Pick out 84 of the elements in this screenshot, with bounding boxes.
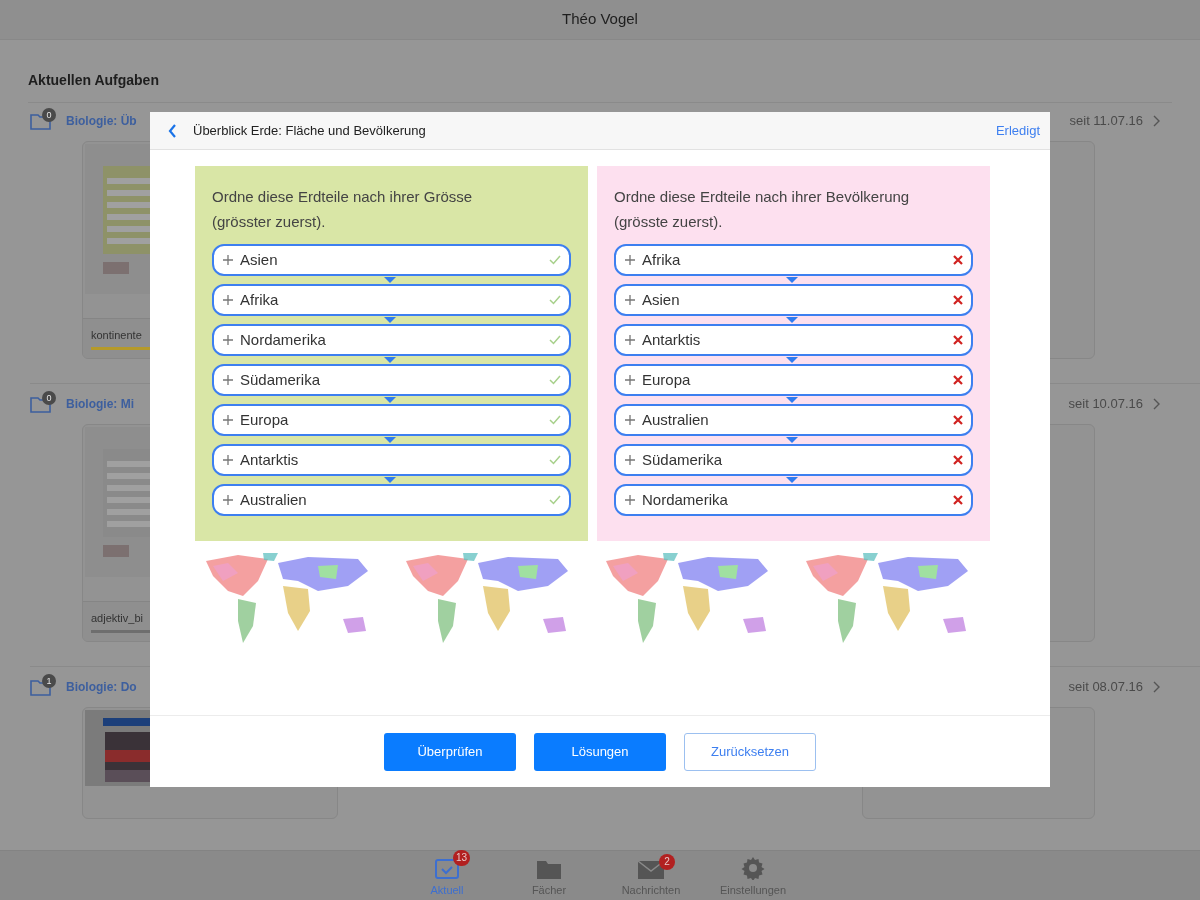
plus-icon [222,254,234,266]
item-label: Afrika [240,289,279,310]
item-label: Nordamerika [642,489,728,510]
count-badge: 0 [42,108,56,122]
item-label: Australien [240,489,307,510]
exercise-prompt: Ordne diese Erdteile nach ihrer Grösse (grösster zuerst). [212,187,474,232]
item-label: Europa [240,409,289,430]
item-label: Asien [642,289,680,310]
connector-arrow-icon [384,317,396,323]
answer-item[interactable]: Asien [614,284,973,316]
answer-item[interactable]: Afrika [614,244,973,276]
done-button[interactable]: Erledigt [995,120,1040,141]
answer-item[interactable]: Südamerika [212,364,571,396]
item-label: Nordamerika [240,329,326,350]
answer-item[interactable]: Südamerika [614,444,973,476]
connector-arrow-icon [384,437,396,443]
folder-icon [30,112,52,130]
plus-icon [624,454,636,466]
plus-icon [222,494,234,506]
plus-icon [222,454,234,466]
file-name: adjektiv_bi [91,610,143,626]
back-icon[interactable] [168,123,177,138]
tab-label: Aktuell [430,882,464,898]
notification-badge: 2 [659,853,675,870]
connector-arrow-icon [786,277,798,283]
envelope-icon [637,859,665,880]
answer-item[interactable]: Afrika [212,284,571,316]
notification-badge: 13 [452,849,470,866]
action-button[interactable]: Lösungen [534,733,666,771]
answer-item[interactable]: Antarktis [212,444,571,476]
plus-icon [624,294,636,306]
action-button[interactable]: Zurücksetzen [684,733,816,771]
chevron-right-icon[interactable] [1153,681,1160,693]
chevron-right-icon[interactable] [1153,398,1160,410]
exercise-prompt: Ordne diese Erdteile nach ihrer Bevölkerung (grösste zuerst). [614,187,911,232]
connector-arrow-icon [786,437,798,443]
task-date: seit 08.07.16 [1068,678,1143,697]
item-label: Australien [642,409,709,430]
plus-icon [624,374,636,386]
dialog-title: Überblick Erde: Fläche und Bevölkerung [193,121,426,140]
chevron-right-icon[interactable] [1153,115,1160,127]
plus-icon [624,334,636,346]
plus-icon [222,334,234,346]
connector-arrow-icon [786,477,798,483]
page-title: Théo Vogel [562,9,638,30]
plus-icon [624,254,636,266]
connector-arrow-icon [384,277,396,283]
folder-icon [30,678,52,696]
answer-item[interactable]: Nordamerika [614,484,973,516]
count-badge: 1 [42,674,56,688]
plus-icon [222,294,234,306]
count-badge: 0 [42,391,56,405]
connector-arrow-icon [786,357,798,363]
connector-arrow-icon [384,477,396,483]
answer-item[interactable]: Nordamerika [212,324,571,356]
item-label: Antarktis [642,329,701,350]
settings-icon [741,855,765,880]
item-label: Antarktis [240,449,299,470]
section-title: Aktuellen Aufgaben [28,72,159,88]
connector-arrow-icon [384,357,396,363]
plus-icon [624,414,636,426]
answer-item[interactable]: Australien [614,404,973,436]
plus-icon [624,494,636,506]
answer-item[interactable]: Europa [614,364,973,396]
task-date: seit 10.07.16 [1068,395,1143,414]
task-date: seit 11.07.16 [1069,112,1143,131]
item-label: Europa [642,369,691,390]
action-button[interactable]: Überprüfen [384,733,516,771]
answer-item[interactable]: Antarktis [614,324,973,356]
item-label: Südamerika [240,369,321,390]
connector-arrow-icon [786,397,798,403]
connector-arrow-icon [786,317,798,323]
item-label: Afrika [642,249,681,270]
folder-icon [30,395,52,413]
answer-item[interactable]: Asien [212,244,571,276]
item-label: Südamerika [642,449,723,470]
plus-icon [222,414,234,426]
tab[interactable]: 13 Aktuell [409,851,485,900]
file-name: kontinente [91,327,142,343]
answer-item[interactable]: Australien [212,484,571,516]
answer-item[interactable]: Europa [212,404,571,436]
plus-icon [222,374,234,386]
item-label: Asien [240,249,278,270]
connector-arrow-icon [384,397,396,403]
